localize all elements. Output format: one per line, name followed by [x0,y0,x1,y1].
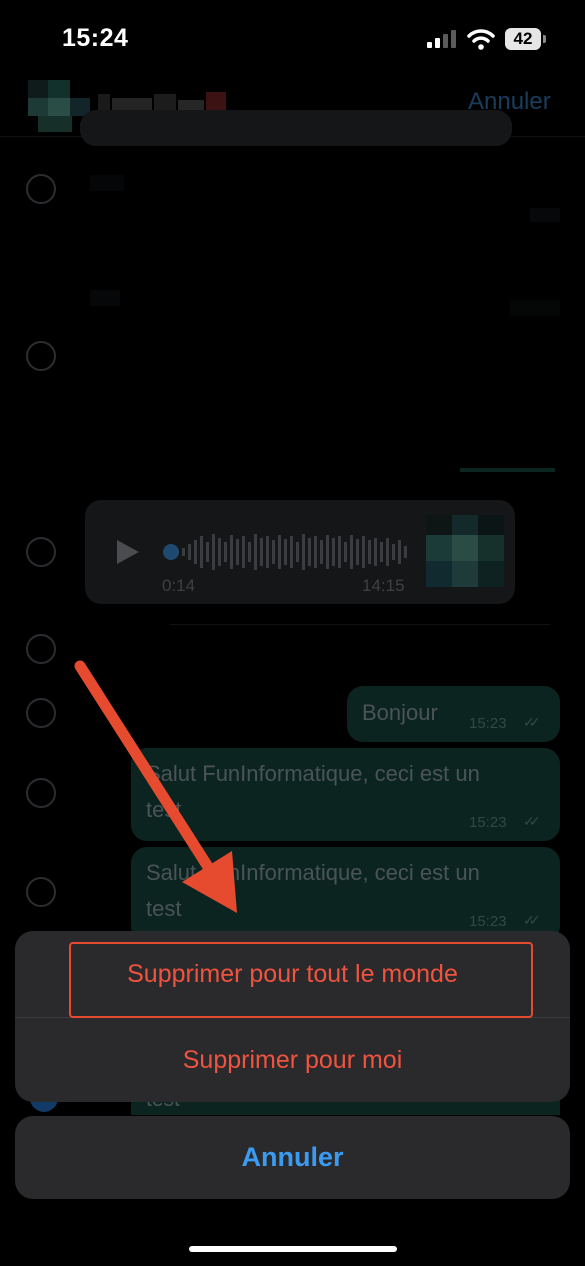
home-indicator[interactable] [189,1246,397,1252]
annotation-arrow-icon [74,660,237,913]
